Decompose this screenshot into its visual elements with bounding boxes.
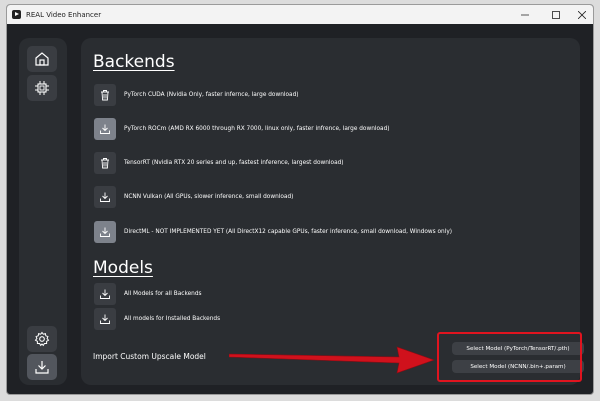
app-window: REAL Video Enhancer Backends PyTorch CUD… bbox=[6, 4, 594, 395]
import-custom-model-label: Import Custom Upscale Model bbox=[93, 352, 206, 361]
download-page-button[interactable] bbox=[27, 354, 57, 380]
download-icon bbox=[100, 289, 110, 299]
backend-row-pytorch-rocm: PyTorch ROCm (AMD RX 6000 through RX 700… bbox=[94, 118, 390, 140]
window-title: REAL Video Enhancer bbox=[26, 10, 102, 19]
model-row-installed: All models for Installed Backends bbox=[94, 308, 220, 330]
minimize-button[interactable] bbox=[512, 5, 538, 24]
highlight-arrow bbox=[229, 346, 435, 374]
title-bar: REAL Video Enhancer bbox=[7, 5, 593, 24]
backend-row-directml: DirectML - NOT IMPLEMENTED YET (All Dire… bbox=[94, 221, 452, 243]
download-pytorch-rocm-button[interactable] bbox=[94, 118, 116, 140]
download-directml-button[interactable] bbox=[94, 221, 116, 243]
trash-icon bbox=[101, 90, 109, 101]
minimize-icon bbox=[521, 14, 529, 15]
backend-row-pytorch-cuda: PyTorch CUDA (Nvidia Only, faster infern… bbox=[94, 84, 299, 106]
delete-pytorch-cuda-button[interactable] bbox=[94, 84, 116, 106]
backend-row-ncnn: NCNN Vulkan (All GPUs, slower inference,… bbox=[94, 186, 293, 208]
backend-row-tensorrt: TensorRT (Nvidia RTX 20 series and up, f… bbox=[94, 152, 344, 174]
app-logo-icon bbox=[12, 10, 21, 19]
trash-icon bbox=[101, 158, 109, 169]
chip-icon bbox=[35, 81, 49, 95]
download-icon bbox=[100, 314, 110, 324]
backend-label: TensorRT (Nvidia RTX 20 series and up, f… bbox=[124, 160, 344, 166]
close-icon bbox=[578, 10, 586, 19]
download-all-models-button[interactable] bbox=[94, 283, 116, 305]
model-label: All models for Installed Backends bbox=[124, 316, 221, 322]
home-button[interactable] bbox=[27, 46, 57, 72]
backend-label: PyTorch CUDA (Nvidia Only, faster infern… bbox=[124, 92, 299, 98]
download-icon bbox=[100, 227, 110, 237]
sidebar bbox=[19, 38, 67, 385]
maximize-icon bbox=[552, 10, 560, 19]
processing-button[interactable] bbox=[27, 75, 57, 101]
backend-label: NCNN Vulkan (All GPUs, slower inference,… bbox=[124, 194, 294, 200]
home-icon bbox=[35, 52, 49, 66]
close-button[interactable] bbox=[569, 5, 593, 24]
model-row-all: All Models for all Backends bbox=[94, 283, 202, 305]
download-icon bbox=[100, 124, 110, 134]
settings-button[interactable] bbox=[27, 326, 57, 352]
model-label: All Models for all Backends bbox=[124, 291, 202, 297]
highlight-box bbox=[437, 332, 582, 382]
download-installed-models-button[interactable] bbox=[94, 308, 116, 330]
backend-label: DirectML - NOT IMPLEMENTED YET (All Dire… bbox=[124, 229, 453, 235]
gear-icon bbox=[34, 331, 50, 347]
backend-label: PyTorch ROCm (AMD RX 6000 through RX 700… bbox=[124, 126, 390, 132]
backends-heading: Backends bbox=[93, 52, 175, 72]
delete-tensorrt-button[interactable] bbox=[94, 152, 116, 174]
download-icon bbox=[35, 361, 49, 374]
maximize-button[interactable] bbox=[543, 5, 569, 24]
download-ncnn-button[interactable] bbox=[94, 186, 116, 208]
models-heading: Models bbox=[93, 258, 153, 278]
download-icon bbox=[100, 192, 110, 202]
